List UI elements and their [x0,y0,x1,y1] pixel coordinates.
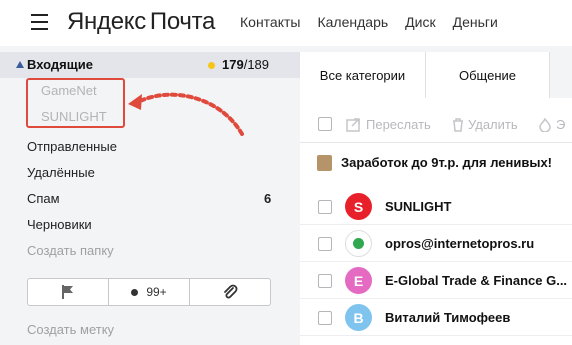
sidebar: Входящие 179/189 GameNet SUNLIGHT Отправ… [0,46,300,345]
inbox-unread-count: 179 [222,57,244,72]
forward-button[interactable]: Переслать [346,117,431,132]
fire-icon [539,117,551,133]
logo[interactable]: Яндекс Почта [67,8,215,36]
ad-subject: Заработок до 9т.р. для ленивых! [341,155,553,170]
toolbar: Переслать Удалить Э [300,111,572,139]
select-all-checkbox[interactable] [318,117,332,131]
forward-icon [346,118,360,132]
create-label-link[interactable]: Создать метку [27,322,114,337]
attachment-filter-button[interactable] [190,279,270,305]
unread-filter-button[interactable]: 99+ [109,279,190,305]
nav-calendar[interactable]: Календарь [317,14,388,30]
ad-icon [317,155,332,171]
unread-filter-count: 99+ [146,285,167,299]
collapse-arrow-icon[interactable] [16,61,24,68]
folder-drafts[interactable]: Черновики [27,217,92,232]
message-checkbox[interactable] [318,200,332,214]
flag-icon [62,285,73,299]
message-sender: Виталий Тимофеев [385,310,511,325]
dotted-arrow-icon [128,92,244,136]
avatar: E [345,267,372,294]
spam-label: Э [556,117,566,132]
avatar: S [345,193,372,220]
message-row[interactable]: E E-Global Trade & Finance G... [300,262,572,299]
folder-spam[interactable]: Спам [27,191,60,206]
highlight-frame [26,78,125,128]
paperclip-icon [224,284,238,299]
unread-dot-icon[interactable] [208,62,215,69]
trash-icon [453,118,463,132]
message-checkbox[interactable] [318,274,332,288]
message-row[interactable]: opros@internetopros.ru [300,225,572,262]
nav-money[interactable]: Деньги [453,14,498,30]
avatar [345,230,372,257]
header: Яндекс Почта Контакты Календарь Диск День… [0,0,572,46]
logo-yandex: Яндекс [67,8,146,35]
delete-button[interactable]: Удалить [452,117,518,132]
folder-deleted[interactable]: Удалённые [27,165,95,180]
message-row[interactable]: B Виталий Тимофеев [300,299,572,336]
inbox-count: 179/189 [222,57,269,72]
green-dot-icon [353,238,364,249]
inbox-label: Входящие [27,57,93,72]
tab-all-categories[interactable]: Все категории [300,52,426,98]
menu-icon[interactable] [31,14,48,30]
filter-group: 99+ [27,278,271,306]
divider [300,142,572,143]
nav-disk[interactable]: Диск [405,14,435,30]
spam-count: 6 [264,191,272,206]
category-tabs: Все категории Общение [300,46,572,98]
ad-message-row[interactable]: Заработок до 9т.р. для ленивых! [300,146,572,180]
top-nav: Контакты Календарь Диск Деньги [240,14,515,30]
avatar: B [345,304,372,331]
forward-label: Переслать [366,117,431,132]
message-sender: opros@internetopros.ru [385,236,535,251]
logo-mail: Почта [149,8,216,35]
inbox-total-count: 189 [247,57,270,72]
flag-filter-button[interactable] [28,279,109,305]
dot-icon [131,288,139,296]
message-checkbox[interactable] [318,311,332,325]
message-sender: E-Global Trade & Finance G... [385,273,568,288]
nav-contacts[interactable]: Контакты [240,14,300,30]
delete-label: Удалить [468,117,518,132]
create-folder-link[interactable]: Создать папку [27,243,114,258]
tab-social[interactable]: Общение [426,52,550,98]
message-list-area: Все категории Общение Переслать Удалить … [300,46,572,345]
folder-inbox[interactable]: Входящие 179/189 [0,52,300,78]
folder-sent[interactable]: Отправленные [27,139,117,154]
message-checkbox[interactable] [318,237,332,251]
spam-button[interactable]: Э [538,117,566,133]
message-sender: SUNLIGHT [385,199,452,214]
message-row[interactable]: S SUNLIGHT [300,188,572,225]
